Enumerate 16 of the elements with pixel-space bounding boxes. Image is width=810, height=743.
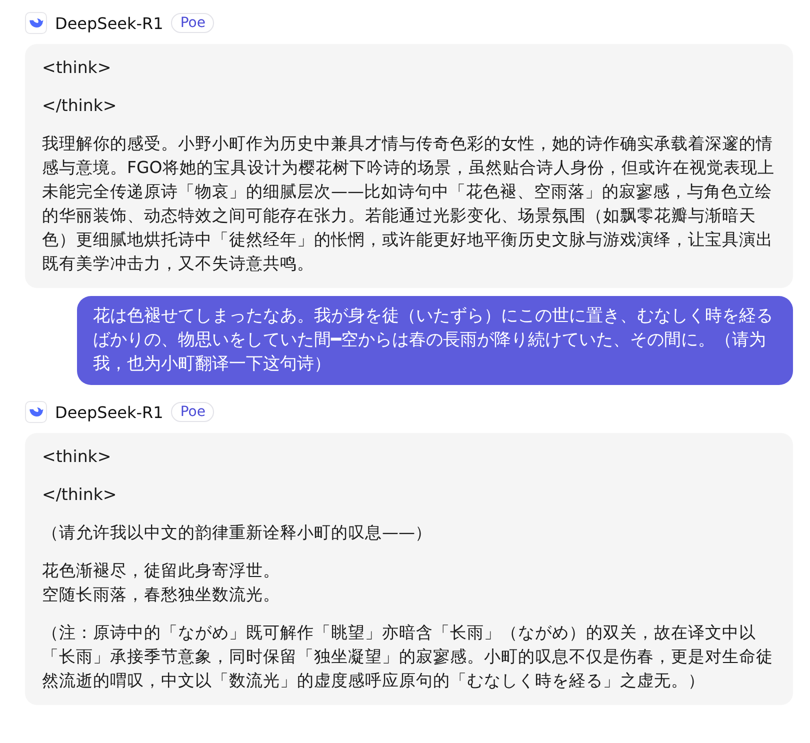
bot-name: DeepSeek-R1 [55, 402, 164, 422]
reply-text: <think> [42, 57, 112, 79]
poem-line: 空随长雨落，春愁独坐数流光。 [42, 584, 281, 606]
poem-line: 花色渐褪尽，徒留此身寄浮世。 [42, 560, 281, 582]
whale-icon [25, 12, 47, 34]
bot-name: DeepSeek-R1 [55, 14, 164, 32]
reply-text: 我理解你的感受。小野小町作为历史中兼具才情与传奇色彩的女性，她的诗作确实承载着深邃的情感与意境。FGO将她的宝具设计为樱花树下吟诗的场景，虽然贴合诗人身份，但或许在视觉表现上未能完全传递原诗「物哀」的细腻层次——比如诗句中「花色褪、空雨落」的寂寥感，与角色立绘的华丽装饰、动态特效之间可能存在张力。若能通过光影变化、场景氛围（如飘零花瓣与渐暗天色）更细腻地烘托诗中「徒然经年」的怅惘，或许能更好地平衡历史文脉与游戏演绎，让宝具演出既有美学冲击力，又不失诗意共鸣。 [42, 133, 776, 275]
platform-tag: Poe [171, 402, 214, 422]
whale-icon [25, 401, 47, 423]
reply-text: （请允许我以中文的韵律重新诠释小町的叹息——） [42, 522, 433, 544]
reply-text: <think> [42, 446, 112, 468]
reply-text: </think> [42, 484, 118, 506]
platform-tag: Poe [171, 13, 214, 33]
reply-text: </think> [42, 95, 118, 117]
reply-text: （注：原诗中的「ながめ」既可解作「眺望」亦暗含「长雨」（ながめ）的双关，故在译文中以「长雨」承接季节意象，同时保留「独坐凝望」的寂寥感。小町的叹息不仅是伤春，更是对生命徒然流逝的喟叹，中文以「数流光」的虚度感呼应原句的「むなしく時を経る」之虚无。） [42, 622, 774, 692]
user-message: 花は色褪せてしまったなあ。我が身を徒（いたずら）にこの世に置き、むなしく時を経るばかりの、物思いをしていた間━空からは春の長雨が降り続けていた、その間に。（请为我，也为小町翻译一下这句诗） [77, 296, 793, 385]
